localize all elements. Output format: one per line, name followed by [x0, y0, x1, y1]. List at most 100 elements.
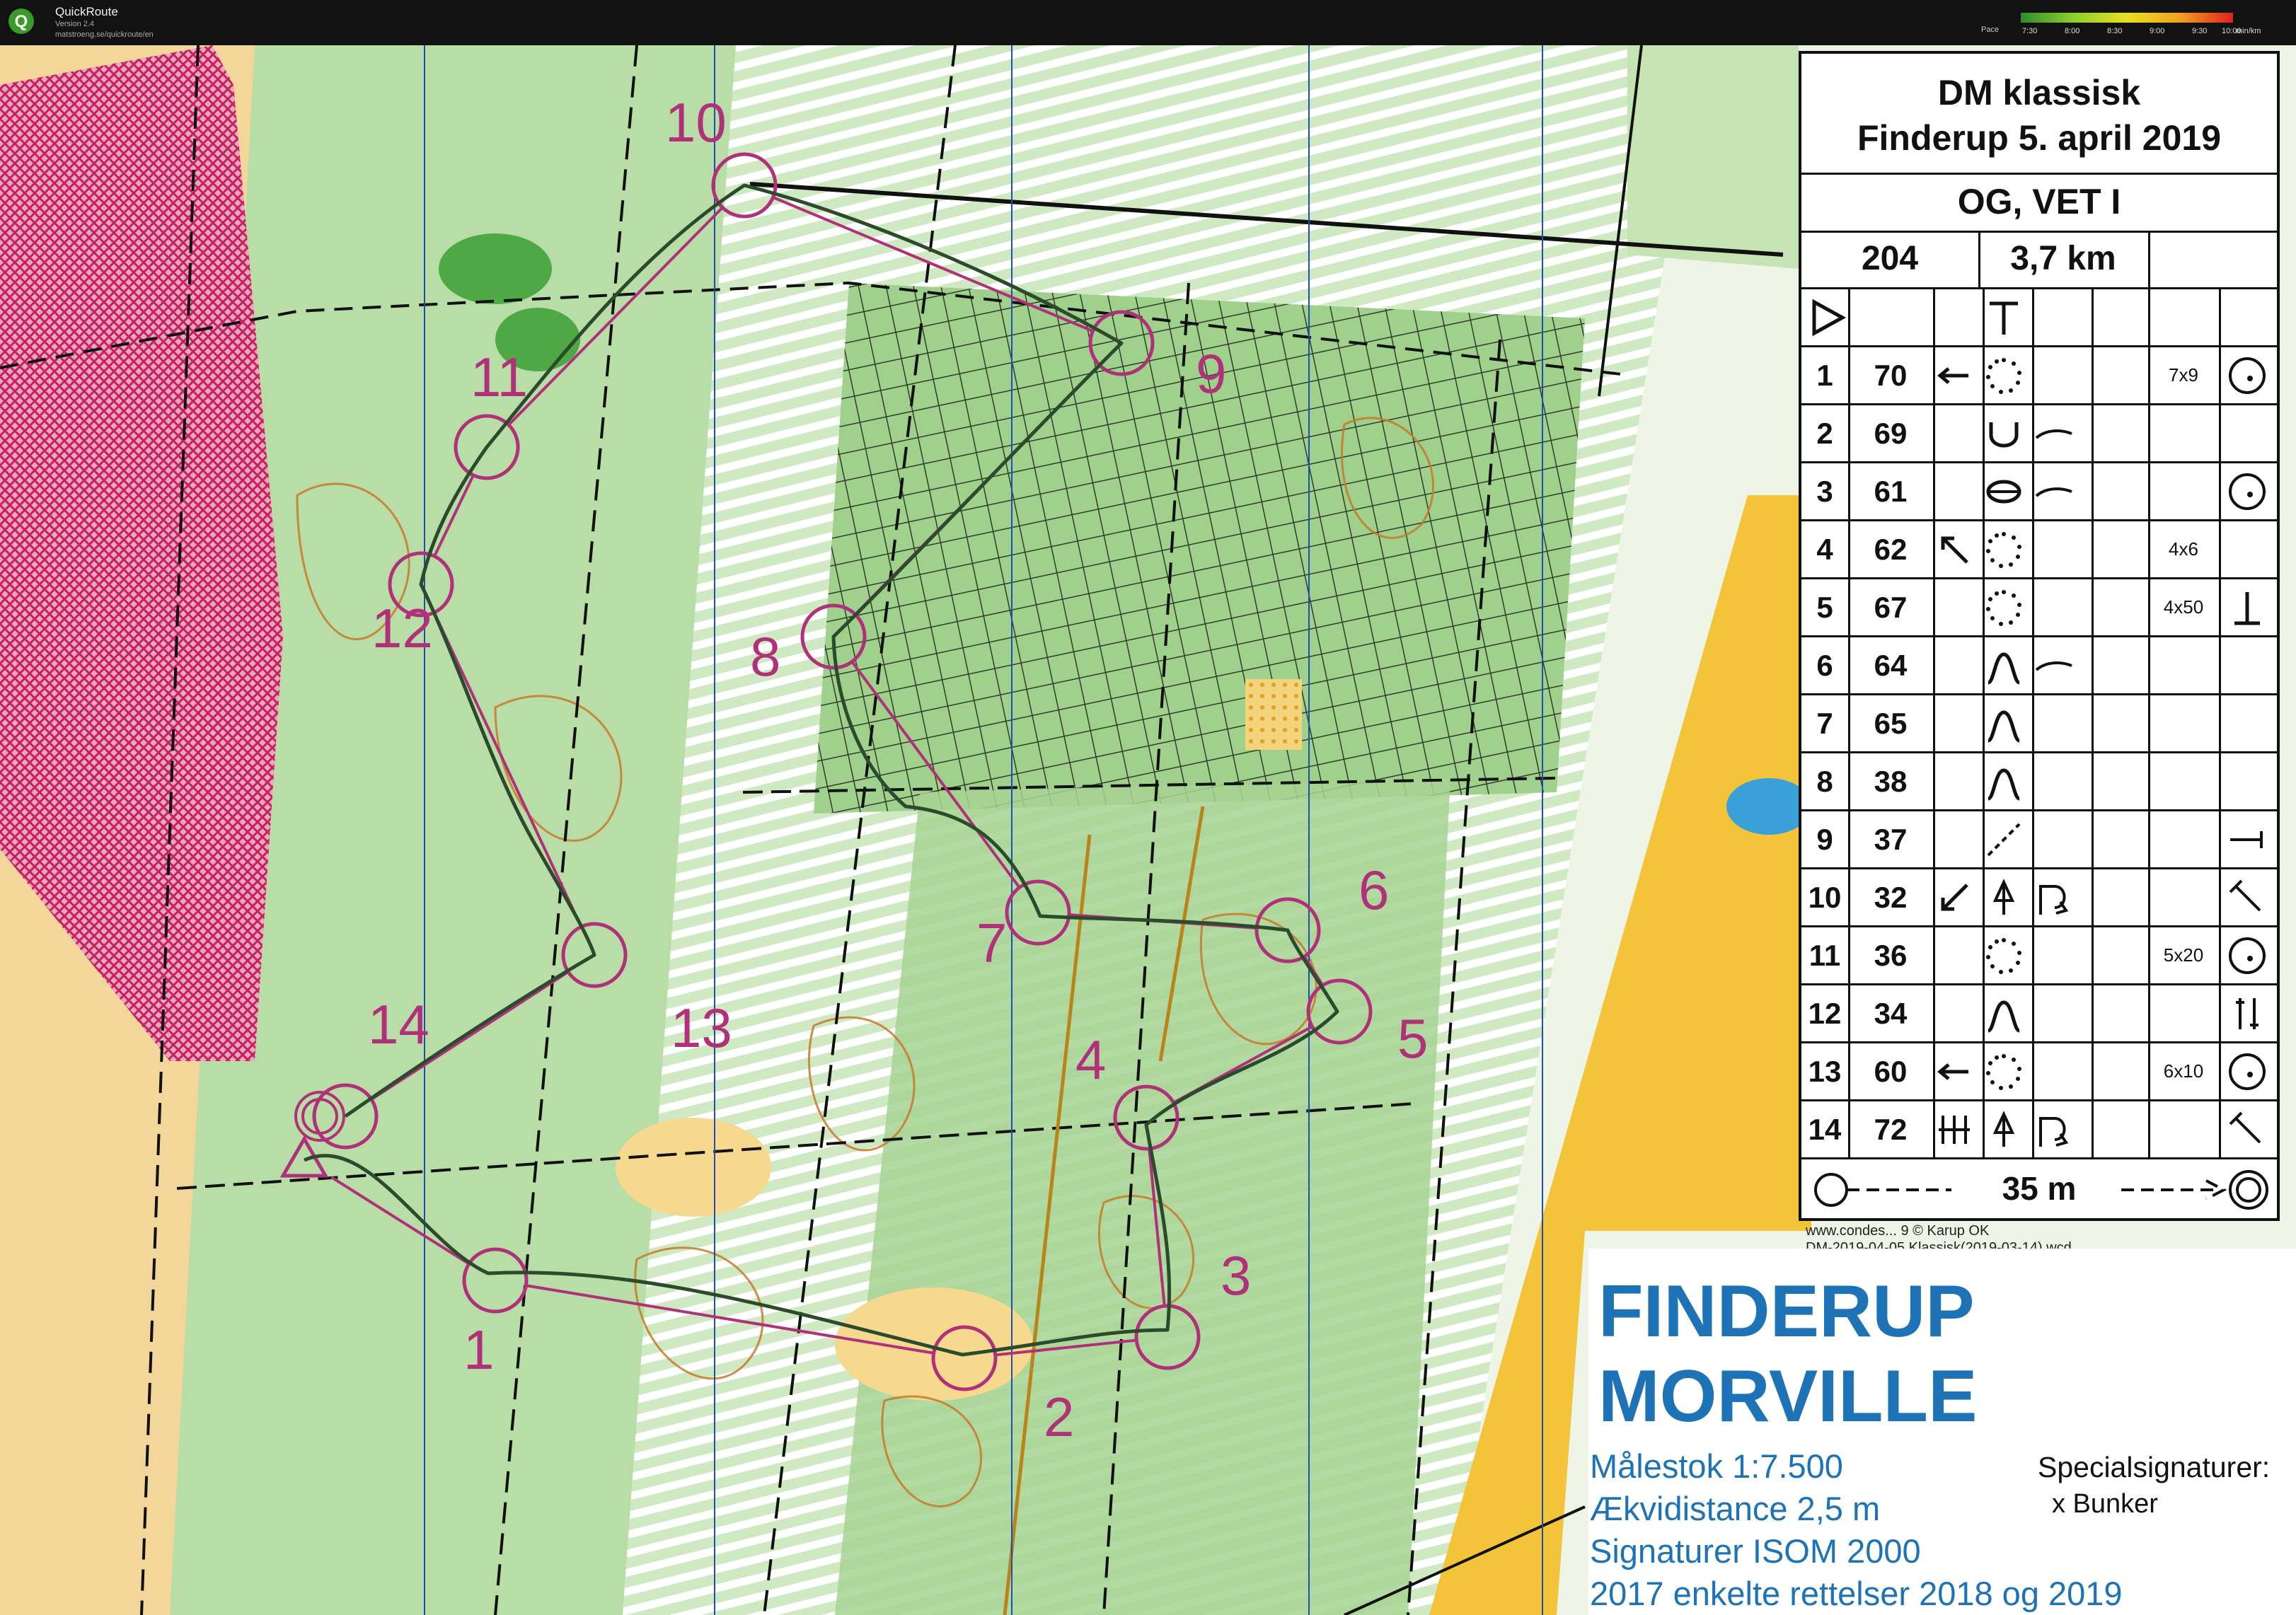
pace-caption: Pace	[1981, 25, 2000, 34]
control-description-sheet: DM klassisk Finderup 5. april 2019 OG, V…	[1799, 51, 2280, 1221]
control-label: 3	[1221, 1244, 1251, 1307]
control-label: 1	[463, 1319, 494, 1381]
start-row	[1801, 287, 2277, 345]
arrow-down-left-icon	[1941, 884, 1968, 911]
map-scale: Målestok 1:7.500	[1590, 1447, 1843, 1485]
control-row: 14 72	[1801, 1099, 2277, 1157]
forest-northeast	[1627, 45, 1799, 269]
knoll-dots-icon	[1986, 1054, 2021, 1090]
spur-icon	[1987, 710, 2021, 743]
control-number: 13	[1808, 1055, 1842, 1088]
control-number: 5	[1816, 591, 1833, 624]
source-line: www.condes... 9 © Karup OK	[1806, 1223, 1990, 1239]
slope-icon	[2035, 429, 2072, 439]
svg-text:Q: Q	[15, 12, 28, 31]
clearing	[835, 1287, 1033, 1401]
table-column-divider	[2148, 287, 2150, 1157]
control-label: 13	[671, 997, 732, 1059]
control-number: 6	[1816, 649, 1833, 682]
boulder-oval-icon	[1986, 480, 2021, 504]
control-code: 38	[1874, 765, 1908, 798]
control-dimension	[2148, 985, 2219, 1041]
control-row: 1 70 7x9	[1801, 345, 2277, 403]
control-dimension	[2148, 637, 2219, 693]
control-dimension	[2148, 753, 2219, 809]
map-info-panel: FINDERUP MORVILLE Målestok 1:7.500 Ækvid…	[1588, 1249, 2296, 1615]
control-label: 8	[750, 625, 780, 688]
control-number: 10	[1808, 881, 1842, 914]
between-icon	[2236, 998, 2258, 1029]
control-number: 11	[1808, 939, 1841, 972]
control-code: 65	[1874, 707, 1908, 740]
end-bar-icon	[2230, 831, 2263, 848]
control-dimension: 4x6	[2169, 538, 2198, 560]
map-contour-interval: Ækvidistance 2,5 m	[1590, 1490, 1881, 1527]
control-row: 4 62 4x6	[1801, 519, 2277, 577]
path-end-icon	[1990, 301, 2018, 335]
control-label: 10	[665, 91, 727, 154]
control-dimension	[2148, 405, 2219, 461]
control-code: 67	[1874, 591, 1908, 624]
circle-dot-icon	[2229, 937, 2266, 974]
control-dimension	[2148, 695, 2219, 751]
course-class: OG, VET I	[1957, 182, 2121, 221]
app-name: QuickRoute	[55, 5, 118, 18]
control-row: 10 32	[1801, 867, 2277, 925]
control-label: 6	[1358, 859, 1389, 921]
start-triangle-icon	[1812, 299, 1847, 337]
control-row: 5 67 4x50	[1801, 577, 2277, 635]
control-dimension: 7x9	[2169, 364, 2198, 386]
slope-icon	[2035, 487, 2072, 497]
control-number: 12	[1808, 997, 1842, 1030]
control-number: 9	[1816, 823, 1833, 856]
control-code: 64	[1874, 649, 1908, 682]
course-code: 204	[1861, 240, 1919, 277]
knoll-dots-icon	[1986, 938, 2021, 974]
hook-icon	[2039, 885, 2069, 915]
control-code: 36	[1874, 939, 1908, 972]
clearing	[616, 1118, 771, 1217]
app-version: Version 2.4	[55, 20, 95, 28]
finish-row: 35 m	[1801, 1157, 2277, 1220]
control-label: 2	[1044, 1386, 1074, 1448]
dense-forest	[439, 233, 552, 304]
control-label: 14	[368, 993, 429, 1055]
control-number: 7	[1816, 707, 1833, 740]
knoll-dots-icon	[1986, 532, 2021, 568]
control-row: 12 34	[1801, 983, 2277, 1041]
control-dimension	[2148, 869, 2219, 925]
hook-icon	[2039, 1117, 2069, 1147]
control-row: 7 65	[1801, 693, 2277, 751]
app-url[interactable]: matstroeng.se/quickroute/en	[55, 30, 154, 39]
finish-distance: 35 m	[2002, 1170, 2077, 1207]
crossing-icon	[1939, 1116, 1970, 1144]
control-number: 3	[1816, 475, 1833, 508]
pace-color-bar	[2021, 13, 2233, 23]
depression-icon	[1989, 422, 2019, 448]
control-dimension	[2148, 463, 2219, 519]
spur-icon	[1987, 652, 2021, 685]
control-row: 13 60 6x10	[1801, 1041, 2277, 1099]
pace-tick: 8:30	[2107, 27, 2123, 35]
table-column-divider	[1848, 287, 1850, 1157]
pace-legend: Pace 7:30 8:00 8:30 9:00 9:30 10:00 min/…	[1981, 4, 2285, 41]
control-dimension: 4x50	[2163, 596, 2204, 618]
spur-icon	[1987, 1000, 2021, 1033]
control-code: 70	[1874, 359, 1908, 392]
pace-tick: 8:00	[2065, 27, 2080, 35]
map-symbol-standard: Signaturer ISOM 2000	[1590, 1532, 1921, 1570]
control-code: 61	[1874, 475, 1908, 508]
tree-up-icon	[1992, 879, 2015, 915]
corner-end-icon	[2229, 1111, 2261, 1144]
circle-dot-icon	[2229, 1053, 2266, 1090]
control-code: 69	[1874, 417, 1908, 450]
control-dimension: 5x20	[2163, 944, 2204, 966]
quickroute-logo-icon: Q	[8, 8, 34, 34]
event-title: DM klassisk	[1937, 73, 2141, 112]
control-code: 32	[1874, 881, 1908, 914]
arrow-left-icon	[1937, 367, 1968, 384]
control-row: 2 69	[1801, 403, 2277, 461]
control-number: 1	[1816, 359, 1833, 392]
map-name-line2: MORVILLE	[1598, 1355, 1978, 1437]
table-column-divider	[2092, 287, 2094, 1157]
